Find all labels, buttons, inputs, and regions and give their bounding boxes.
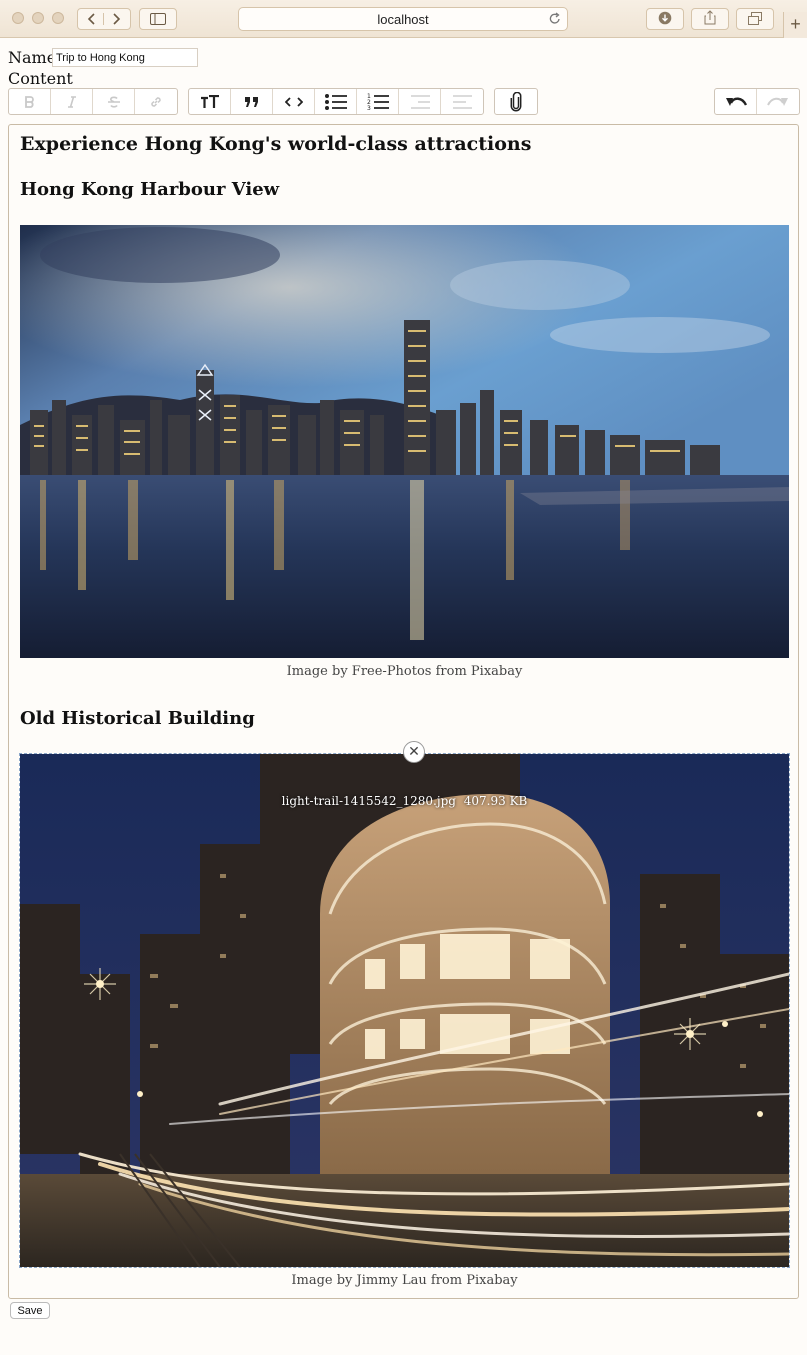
close-window-button[interactable]: [12, 12, 24, 24]
history-group: [714, 88, 800, 115]
redo-button[interactable]: [757, 89, 799, 114]
attachment-filesize: 407.93 KB: [463, 794, 528, 808]
share-button[interactable]: [691, 8, 729, 30]
zoom-window-button[interactable]: [52, 12, 64, 24]
address-bar[interactable]: localhost: [238, 7, 568, 31]
svg-text:3: 3: [367, 105, 371, 111]
code-icon: [284, 96, 303, 107]
building-photo[interactable]: light-trail-1415542_1280.jpg 407.93 KB: [20, 754, 789, 1267]
attachment-group: [494, 88, 538, 115]
bold-button[interactable]: [9, 89, 51, 114]
bullet-list-icon: [324, 93, 347, 110]
new-tab-icon[interactable]: +: [783, 12, 807, 38]
numbered-list-button[interactable]: 123: [357, 89, 399, 114]
name-input[interactable]: [52, 48, 198, 67]
undo-icon: [725, 95, 747, 109]
downloads-button[interactable]: [646, 8, 684, 30]
quote-icon: [244, 96, 260, 108]
save-button[interactable]: Save: [10, 1302, 50, 1319]
attach-file-button[interactable]: [495, 89, 537, 114]
download-icon: [658, 10, 672, 29]
document-heading: Experience Hong Kong's world-class attra…: [20, 133, 532, 155]
browser-toolbar: localhost +: [0, 0, 807, 38]
image-caption-building: Image by Jimmy Lau from Pixabay: [291, 1273, 518, 1288]
section-title-building: Old Historical Building: [20, 708, 255, 729]
sidebar-toggle-button[interactable]: [139, 8, 177, 30]
undo-button[interactable]: [715, 89, 757, 114]
increase-indent-button[interactable]: [441, 89, 483, 114]
redo-icon: [767, 95, 789, 109]
tabs-icon: [748, 10, 762, 29]
back-icon[interactable]: [78, 13, 104, 25]
heading-button[interactable]: [189, 89, 231, 114]
section-title-harbour: Hong Kong Harbour View: [20, 179, 280, 200]
heading-icon: [200, 94, 220, 109]
link-button[interactable]: [135, 89, 177, 114]
decrease-indent-button[interactable]: [399, 89, 441, 114]
share-icon: [704, 9, 716, 29]
close-icon: ✕: [408, 744, 420, 760]
image-caption-harbour: Image by Free-Photos from Pixabay: [286, 664, 523, 679]
block-format-group: 123: [188, 88, 484, 115]
italic-icon: [67, 95, 77, 108]
reload-icon[interactable]: [549, 12, 561, 28]
strikethrough-icon: [107, 96, 121, 108]
strikethrough-button[interactable]: [93, 89, 135, 114]
link-icon: [149, 95, 163, 109]
rich-text-editor[interactable]: Experience Hong Kong's world-class attra…: [8, 124, 799, 1299]
url-text: localhost: [377, 11, 429, 27]
minimize-window-button[interactable]: [32, 12, 44, 24]
history-nav: [77, 8, 131, 30]
increase-indent-icon: [452, 94, 472, 109]
numbered-list-icon: 123: [367, 93, 389, 111]
content-label: Content: [8, 69, 73, 88]
harbour-photo[interactable]: [20, 225, 789, 658]
selected-attachment[interactable]: light-trail-1415542_1280.jpg 407.93 KB ✕: [19, 741, 790, 1268]
attach-file-icon: [510, 91, 522, 112]
name-label: Name: [8, 48, 57, 67]
attachment-filename: light-trail-1415542_1280.jpg: [281, 794, 456, 808]
code-button[interactable]: [273, 89, 315, 114]
text-format-group: [8, 88, 178, 115]
decrease-indent-icon: [410, 94, 430, 109]
bullet-list-button[interactable]: [315, 89, 357, 114]
bold-icon: [24, 95, 35, 108]
italic-button[interactable]: [51, 89, 93, 114]
attachment-metadata: light-trail-1415542_1280.jpg 407.93 KB: [20, 794, 789, 808]
sidebar-icon: [150, 10, 166, 29]
tabs-overview-button[interactable]: [736, 8, 774, 30]
quote-button[interactable]: [231, 89, 273, 114]
forward-icon[interactable]: [104, 13, 130, 25]
remove-attachment-button[interactable]: ✕: [403, 741, 425, 763]
